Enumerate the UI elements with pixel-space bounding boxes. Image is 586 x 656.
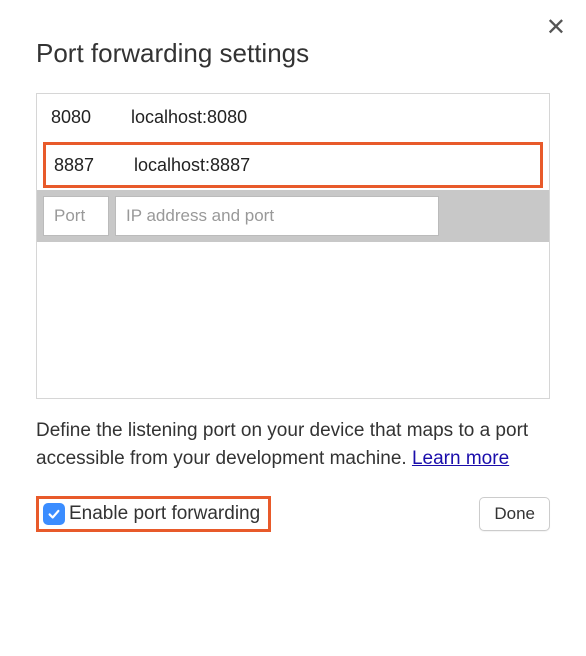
port-mapping-table: 8080 localhost:8080 8887 localhost:8887 xyxy=(36,93,550,399)
address-cell: localhost:8887 xyxy=(134,155,532,176)
dialog-footer: Enable port forwarding Done xyxy=(36,496,550,532)
close-button[interactable]: ✕ xyxy=(546,16,566,40)
port-cell: 8080 xyxy=(51,107,131,128)
port-cell: 8887 xyxy=(54,155,134,176)
checkbox-label: Enable port forwarding xyxy=(69,503,260,525)
enable-forwarding-checkbox-wrap[interactable]: Enable port forwarding xyxy=(36,496,271,532)
address-input[interactable] xyxy=(115,196,439,236)
new-mapping-row xyxy=(37,190,549,242)
dialog-title: Port forwarding settings xyxy=(36,38,550,69)
table-row[interactable]: 8080 localhost:8080 xyxy=(37,94,549,140)
port-input[interactable] xyxy=(43,196,109,236)
close-icon: ✕ xyxy=(546,14,566,41)
checkbox-icon xyxy=(43,503,65,525)
address-cell: localhost:8080 xyxy=(131,107,535,128)
table-row[interactable]: 8887 localhost:8887 xyxy=(43,142,543,188)
description-text: Define the listening port on your device… xyxy=(36,417,550,472)
done-button[interactable]: Done xyxy=(479,497,550,531)
learn-more-link[interactable]: Learn more xyxy=(412,448,509,469)
